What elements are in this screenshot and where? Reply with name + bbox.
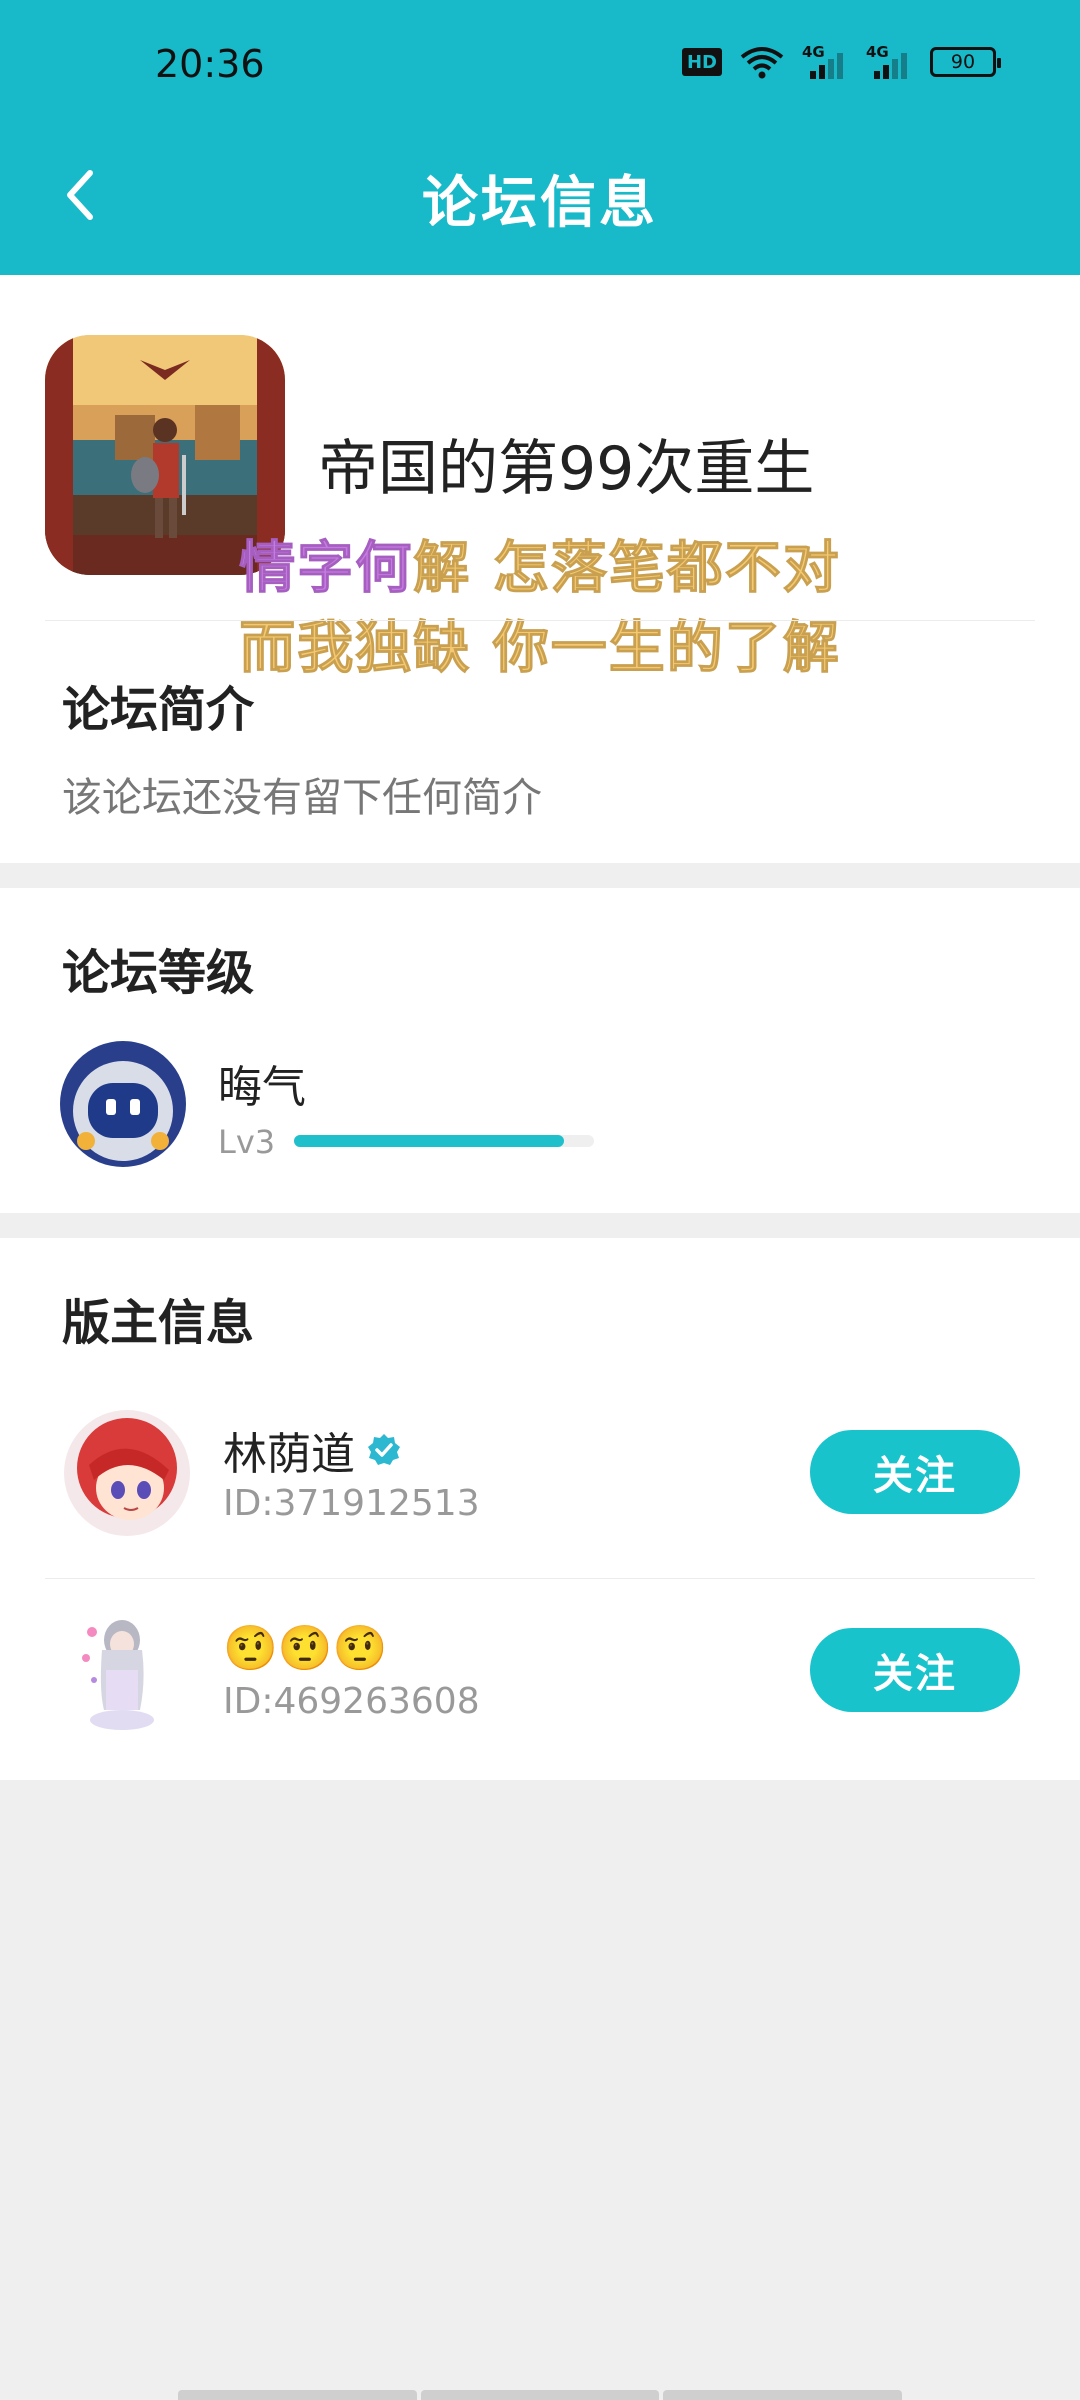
moderators-card: 版主信息 林荫道 ID:371912513 关注 🤨🤨🤨 ID:46926360…	[0, 1238, 1080, 1780]
status-time: 20:36	[155, 42, 265, 86]
page-title: 论坛信息	[422, 171, 658, 236]
signal-icon-2: 4G	[866, 43, 912, 79]
status-bar: 20:36 HD 4G 4G 90	[0, 0, 1080, 130]
level-name: 晦气	[218, 1062, 306, 1113]
lyric-overlay-line1: 情字何解 怎落笔都不对	[0, 523, 1080, 604]
moderator-row[interactable]: 🤨🤨🤨 ID:469263608 关注	[0, 1610, 1080, 1810]
level-avatar	[60, 1041, 186, 1167]
signal-icon-1: 4G	[802, 43, 848, 79]
lyric-rest: 解 怎落笔都不对	[413, 536, 841, 602]
follow-button[interactable]: 关注	[810, 1628, 1020, 1712]
intro-title: 论坛简介	[62, 682, 255, 738]
level-progress-bar	[294, 1135, 594, 1147]
gesture-bar-segment	[178, 2390, 417, 2400]
level-title: 论坛等级	[62, 945, 255, 1001]
gesture-bar-segment	[663, 2390, 903, 2400]
follow-button[interactable]: 关注	[810, 1430, 1020, 1514]
moderator-name: 🤨🤨🤨	[223, 1623, 388, 1674]
forum-level-card: 论坛等级 晦气 Lv3	[0, 888, 1080, 1213]
moderator-avatar[interactable]	[64, 1610, 174, 1736]
moderators-title: 版主信息	[62, 1295, 255, 1351]
nav-bar: 论坛信息	[0, 130, 1080, 275]
moderator-id: ID:469263608	[223, 1681, 480, 1722]
status-icons: HD 4G 4G 90	[682, 43, 1001, 79]
intro-text: 该论坛还没有留下任何简介	[62, 775, 542, 821]
gesture-bar-segment	[420, 2390, 660, 2400]
moderator-avatar[interactable]	[64, 1410, 190, 1536]
battery-icon: 90	[930, 47, 1001, 77]
verified-badge-icon	[368, 1434, 400, 1465]
forum-name: 帝国的第99次重生	[318, 434, 815, 504]
moderator-id: ID:371912513	[223, 1483, 480, 1524]
divider	[45, 620, 1035, 621]
header: 20:36 HD 4G 4G 90 论坛信息	[0, 0, 1080, 275]
level-progress-fill	[294, 1135, 564, 1147]
forum-summary-card: 帝国的第99次重生 情字何解 怎落笔都不对 而我独缺 你一生的了解 论坛简介 该…	[0, 275, 1080, 863]
divider	[45, 1578, 1035, 1579]
moderator-name-wrap: 林荫道	[223, 1418, 401, 1482]
moderator-name: 林荫道	[223, 1429, 355, 1480]
hd-icon: HD	[682, 48, 722, 76]
gesture-bar	[178, 2390, 903, 2400]
moderator-name-wrap: 🤨🤨🤨	[223, 1622, 387, 1674]
lyric-highlight: 情字何	[239, 536, 414, 602]
forum-info-page: 20:36 HD 4G 4G 90 论坛信息 帝国的第99次重生 情字何解 怎落…	[0, 0, 1080, 2400]
level-label: Lv3	[218, 1123, 276, 1161]
wifi-icon	[740, 47, 784, 79]
